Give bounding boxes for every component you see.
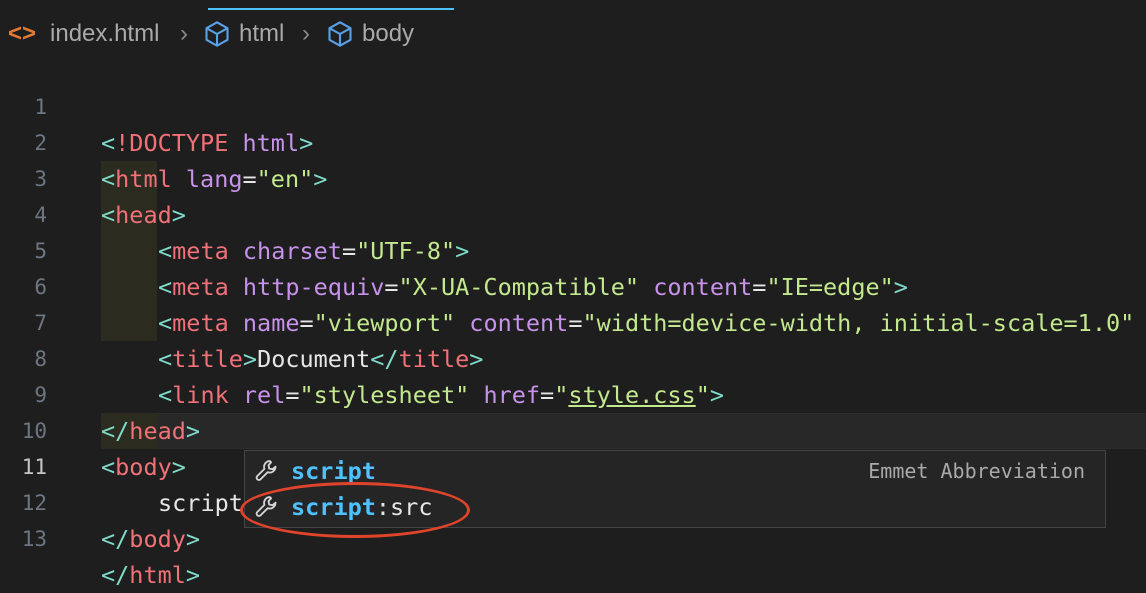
chevron-right-icon: ›: [180, 20, 188, 47]
wrench-icon: [255, 460, 277, 481]
line-number: 13: [21, 527, 47, 551]
html-file-icon: <>: [8, 20, 37, 47]
breadcrumb-item-html[interactable]: html: [203, 18, 284, 50]
code-line[interactable]: 3 <head>: [0, 125, 1146, 229]
code-line-current[interactable]: 11 script: [0, 413, 1146, 517]
code-line[interactable]: 9 </head>: [0, 341, 1146, 445]
code-line[interactable]: 5 <meta http-equiv="X-UA-Compatible" con…: [0, 197, 1146, 301]
breadcrumb-file-label: index.html: [50, 20, 160, 47]
cube-icon: [328, 21, 352, 47]
code-line[interactable]: 10 <body>: [0, 377, 1146, 481]
cube-icon: [205, 21, 229, 47]
code-line[interactable]: 6 <meta name="viewport" content="width=d…: [0, 233, 1146, 337]
annotation-ellipse: [240, 482, 470, 538]
code-line[interactable]: 2 <html lang="en">: [0, 89, 1146, 193]
chevron-right-icon: ›: [302, 20, 310, 47]
breadcrumb: <> index.html › html › body: [0, 0, 1146, 60]
code-line[interactable]: 7 <title>Document</title>: [0, 269, 1146, 373]
code-line[interactable]: 1 <!DOCTYPE html>: [0, 53, 1146, 157]
suggestion-detail: Emmet Abbreviation: [868, 459, 1085, 483]
code-line[interactable]: 8 <link rel="stylesheet" href="style.css…: [0, 305, 1146, 409]
active-tab-indicator: [208, 8, 454, 10]
breadcrumb-item-body[interactable]: body: [326, 18, 414, 50]
breadcrumb-file[interactable]: <> index.html: [8, 18, 159, 50]
code-line[interactable]: 4 <meta charset="UTF-8">: [0, 161, 1146, 265]
breadcrumb-item-label: body: [362, 20, 415, 47]
breadcrumb-item-label: html: [239, 20, 285, 47]
